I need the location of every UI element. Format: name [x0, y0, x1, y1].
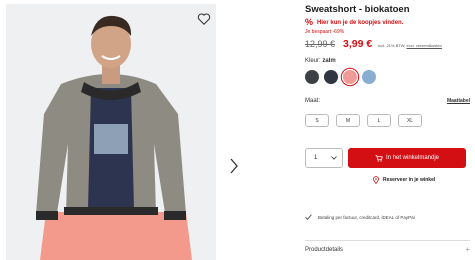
plus-icon: +	[465, 245, 470, 254]
size-options: S M L XL	[305, 114, 429, 127]
add-to-cart-button[interactable]: In het winkelmandje	[348, 148, 466, 168]
swatch-salmon[interactable]	[343, 70, 357, 84]
size-table-link[interactable]: Maattabel	[447, 98, 470, 104]
vat-info: incl. 21% BTW, excl. verzendkosten	[378, 43, 442, 48]
size-xl-button[interactable]: XL	[398, 114, 422, 127]
swatch-light-blue[interactable]	[362, 70, 376, 84]
old-price: 12,99 €	[305, 39, 336, 49]
promo-banner[interactable]: % Hier kun je de koopjes vinden.	[305, 18, 403, 27]
payment-text: Betaling per factuur, creditcard, iDEAL …	[318, 214, 415, 220]
shipping-link[interactable]: excl. verzendkosten	[406, 43, 441, 48]
size-s-button[interactable]: S	[305, 114, 329, 127]
savings-text: Je bespaart -69%	[305, 29, 345, 35]
product-details-label: Productdetails	[305, 247, 344, 253]
size-m-button[interactable]: M	[336, 114, 360, 127]
product-details-accordion[interactable]: Productdetails +	[305, 245, 470, 254]
color-label-text: Kleur:	[305, 58, 321, 64]
model-illustration	[6, 4, 216, 260]
heart-icon[interactable]	[197, 12, 211, 26]
add-to-cart-label: In het winkelmandje	[385, 155, 440, 161]
promo-text: Hier kun je de koopjes vinden.	[317, 19, 404, 26]
size-l-button[interactable]: L	[367, 114, 391, 127]
location-pin-icon	[373, 176, 379, 184]
divider	[305, 240, 470, 241]
checkmark-icon	[305, 214, 312, 220]
price-row: 12,99 € 3,99 € incl. 21% BTW, excl. verz…	[305, 38, 442, 50]
product-gallery	[0, 0, 250, 260]
product-info-panel: Sweatshort - biokatoen % Hier kun je de …	[305, 0, 470, 260]
sale-price: 3,99 €	[343, 38, 373, 50]
reserve-label: Reserveer in je winkel	[383, 177, 436, 183]
quantity-value: 1	[314, 155, 318, 161]
vat-text: incl. 21% BTW,	[378, 43, 406, 48]
swatch-navy[interactable]	[324, 70, 338, 84]
product-title: Sweatshort - biokatoen	[305, 4, 410, 15]
selected-color-name: zalm	[322, 58, 336, 64]
product-photo[interactable]	[6, 4, 216, 260]
payment-info: Betaling per factuur, creditcard, iDEAL …	[305, 214, 415, 220]
swatch-dark-grey[interactable]	[305, 70, 319, 84]
reserve-in-store-link[interactable]: Reserveer in je winkel	[373, 176, 435, 184]
quantity-select[interactable]: 1	[305, 148, 343, 168]
size-label: Maat:	[305, 98, 321, 104]
percent-icon: %	[305, 17, 314, 27]
cart-icon	[375, 154, 383, 162]
chevron-right-icon[interactable]	[229, 158, 239, 174]
color-label: Kleur: zalm	[305, 58, 336, 64]
chevron-down-icon	[331, 156, 337, 160]
color-swatches	[305, 70, 381, 84]
